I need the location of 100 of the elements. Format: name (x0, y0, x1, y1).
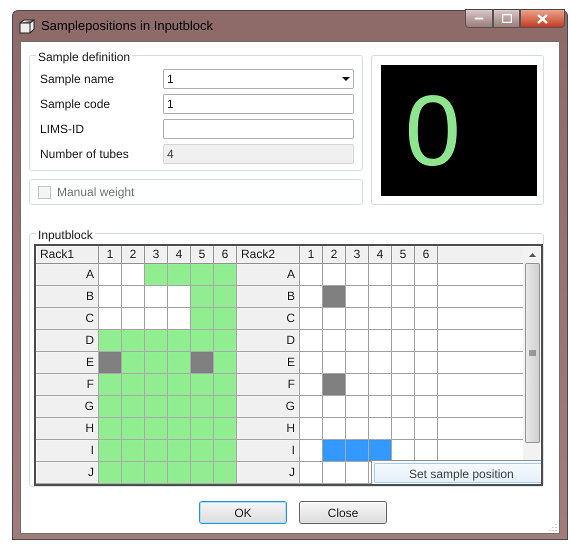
row-header: D (237, 330, 300, 351)
sample-name-dropdown[interactable]: 1 (163, 69, 354, 89)
menu-item[interactable]: Set sample position (374, 463, 541, 483)
rack-position[interactable] (191, 374, 214, 395)
rack-position[interactable] (145, 462, 168, 483)
row-header: D (36, 330, 99, 351)
rack-position[interactable] (168, 396, 191, 417)
rack-position[interactable] (191, 264, 214, 285)
rack-position[interactable] (145, 396, 168, 417)
rack-position[interactable] (323, 440, 346, 461)
rack-position[interactable] (99, 440, 122, 461)
column-header: 4 (168, 246, 191, 263)
rack-position[interactable] (168, 352, 191, 373)
rack-position[interactable] (168, 418, 191, 439)
rack-position[interactable] (168, 462, 191, 483)
column-header: 3 (145, 246, 168, 263)
rack-header: Rack1 (36, 246, 99, 263)
rack-position[interactable] (214, 418, 237, 439)
checkbox-label: Manual weight (57, 184, 134, 201)
rack-position[interactable] (168, 330, 191, 351)
minimize-icon (474, 17, 484, 20)
close-button[interactable] (520, 9, 565, 28)
maximize-button[interactable] (493, 9, 520, 28)
rack-position[interactable] (122, 440, 145, 461)
window-title: Samplepositions in Inputblock (41, 17, 213, 36)
input-field[interactable]: 1 (163, 94, 354, 114)
rack-position[interactable] (214, 330, 237, 351)
maximize-icon (502, 14, 512, 23)
rack-position[interactable] (191, 462, 214, 483)
row-header: J (237, 462, 300, 483)
row-header: H (237, 418, 300, 439)
row-header: B (36, 286, 99, 307)
row-header: E (237, 352, 300, 373)
column-header: 6 (415, 246, 438, 263)
rack-position[interactable] (99, 374, 122, 395)
row-header: G (237, 396, 300, 417)
tubes-count-field: 4 (163, 144, 354, 164)
dialog-button[interactable]: Close (299, 501, 387, 524)
rack-position[interactable] (191, 396, 214, 417)
rack-position[interactable] (191, 352, 214, 373)
row-header: C (36, 308, 99, 329)
rack-position[interactable] (99, 352, 122, 373)
rack-position[interactable] (122, 462, 145, 483)
rack-position[interactable] (99, 462, 122, 483)
column-header: 5 (392, 246, 415, 263)
row-header: F (36, 374, 99, 395)
row-header: B (237, 286, 300, 307)
rack-position[interactable] (145, 352, 168, 373)
grip-icon (528, 350, 536, 356)
row-header: A (237, 264, 300, 285)
rack-position[interactable] (214, 396, 237, 417)
rack-header: Rack2 (237, 246, 300, 263)
rack-position[interactable] (145, 418, 168, 439)
rack-position[interactable] (99, 396, 122, 417)
column-header: 4 (369, 246, 392, 263)
rack-position[interactable] (346, 440, 369, 461)
row-header: I (36, 440, 99, 461)
rack-position[interactable] (214, 462, 237, 483)
rack-position[interactable] (99, 330, 122, 351)
rack-position[interactable] (145, 374, 168, 395)
rack-position[interactable] (323, 286, 346, 307)
column-header: 3 (346, 246, 369, 263)
field-label: Number of tubes (40, 146, 130, 163)
rack-position[interactable] (122, 418, 145, 439)
rack-position[interactable] (323, 374, 346, 395)
rack-position[interactable] (214, 374, 237, 395)
row-header: J (36, 462, 99, 483)
scrollbar-thumb[interactable] (524, 263, 540, 443)
row-header: C (237, 308, 300, 329)
window-cube-icon (19, 18, 35, 34)
dialog-button[interactable]: OK (199, 501, 287, 524)
rack-position[interactable] (122, 374, 145, 395)
row-header: H (36, 418, 99, 439)
rack-position[interactable] (168, 440, 191, 461)
rack-position[interactable] (191, 286, 214, 307)
rack-position[interactable] (191, 440, 214, 461)
rack-position[interactable] (145, 330, 168, 351)
rack-position[interactable] (145, 264, 168, 285)
rack-position[interactable] (122, 352, 145, 373)
rack-position[interactable] (191, 418, 214, 439)
column-header: 5 (191, 246, 214, 263)
column-header: 6 (214, 246, 237, 263)
rack-position[interactable] (214, 286, 237, 307)
rack-position[interactable] (214, 440, 237, 461)
rack-position[interactable] (191, 330, 214, 351)
rack-position[interactable] (168, 374, 191, 395)
rack-position[interactable] (191, 308, 214, 329)
minimize-button[interactable] (465, 9, 493, 28)
input-field[interactable] (163, 119, 354, 139)
field-label: Sample name (40, 71, 116, 88)
rack-position[interactable] (369, 440, 392, 461)
rack-position[interactable] (214, 264, 237, 285)
rack-position[interactable] (214, 308, 237, 329)
rack-position[interactable] (122, 396, 145, 417)
row-header: F (237, 374, 300, 395)
rack-position[interactable] (99, 418, 122, 439)
rack-position[interactable] (168, 264, 191, 285)
rack-position[interactable] (214, 352, 237, 373)
rack-position[interactable] (145, 440, 168, 461)
rack-position[interactable] (122, 330, 145, 351)
